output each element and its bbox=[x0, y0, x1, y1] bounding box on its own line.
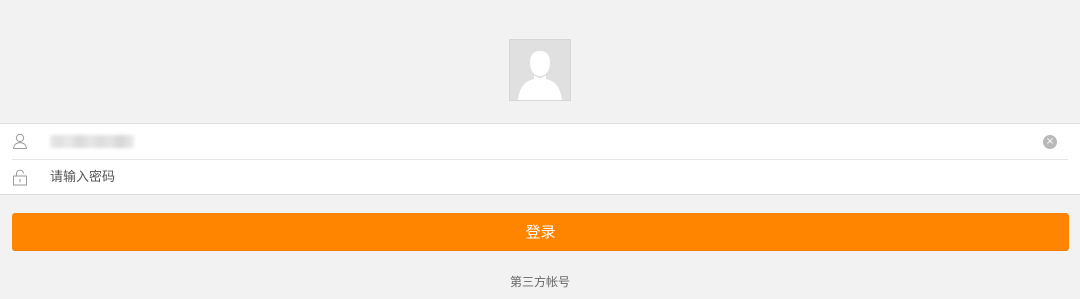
lock-icon bbox=[11, 168, 29, 186]
login-button[interactable]: 登录 bbox=[12, 213, 1069, 251]
default-user-avatar-icon bbox=[510, 40, 570, 100]
user-icon bbox=[11, 132, 29, 150]
password-row[interactable] bbox=[0, 160, 1080, 195]
username-value-masked[interactable] bbox=[50, 135, 134, 148]
third-party-account-link[interactable]: 第三方帐号 bbox=[0, 273, 1080, 290]
login-form: × bbox=[0, 123, 1080, 195]
username-row[interactable]: × bbox=[0, 124, 1080, 159]
clear-circle-icon[interactable]: × bbox=[1043, 135, 1057, 149]
default-avatar bbox=[509, 39, 571, 101]
password-input[interactable] bbox=[50, 160, 1010, 195]
